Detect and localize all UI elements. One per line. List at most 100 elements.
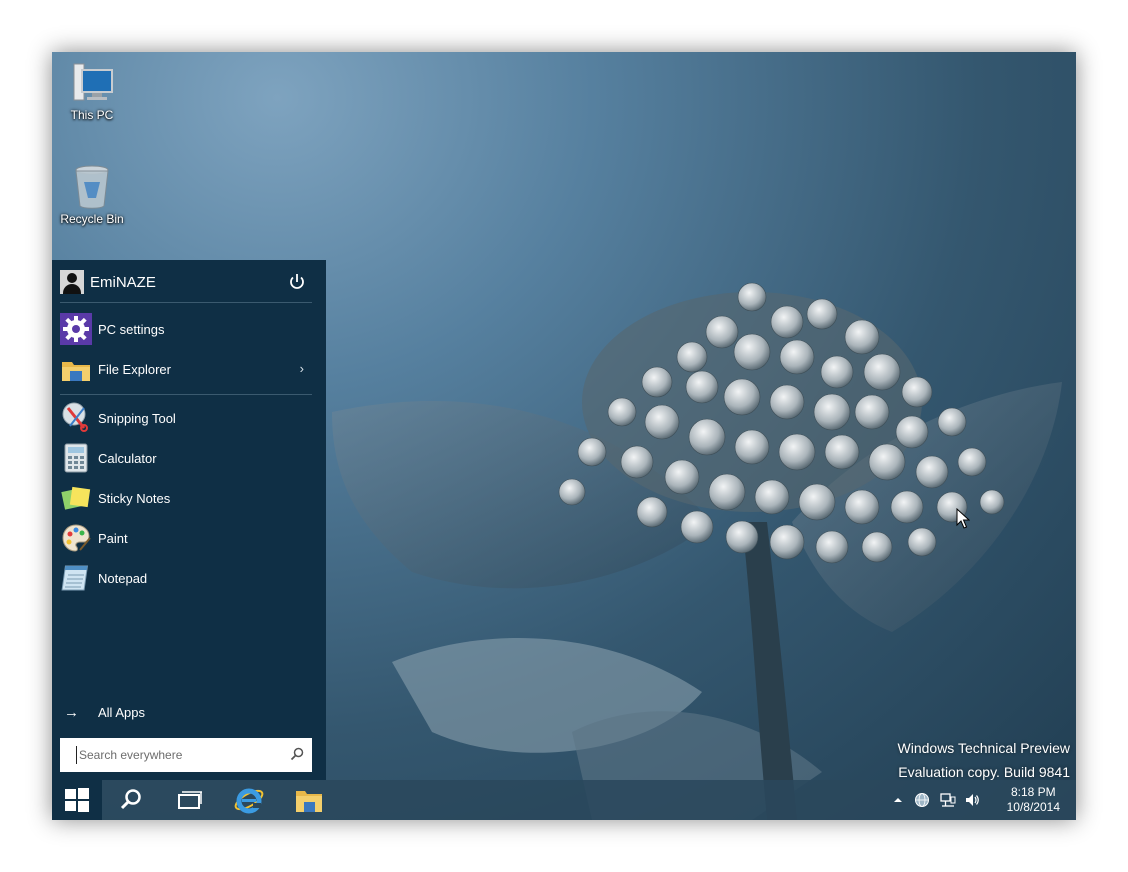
evaluation-watermark: Windows Technical Preview Evaluation cop… [898,736,1070,784]
clock[interactable]: 8:18 PM 10/8/2014 [1007,785,1060,815]
desktop: This PC Recycle Bin EmiNAZE PC settings … [52,52,1076,820]
flower-bud [770,305,804,339]
flower-bud [737,282,767,312]
start-item-paint[interactable]: Paint [60,521,312,555]
flower-bud [779,339,815,375]
internet-explorer-icon [234,788,264,814]
search-input[interactable] [76,746,281,764]
flower-bud [708,473,746,511]
flower-bud [798,483,836,521]
flower-bud [705,315,739,349]
file-explorer-button[interactable] [284,780,334,820]
start-button[interactable] [52,780,102,820]
flower-bud [734,429,770,465]
flower-bud [957,447,987,477]
flower-bud [688,418,726,456]
chevron-right-icon[interactable]: › [300,361,304,376]
power-icon[interactable] [286,271,308,293]
folder-icon [62,362,90,381]
start-item-sticky-notes[interactable]: Sticky Notes [60,481,312,515]
flower-bud [607,397,637,427]
taskbar-search-button[interactable] [106,780,156,820]
arrow-right-icon: → [64,704,79,721]
start-item-file-explorer[interactable]: File Explorer › [60,352,312,386]
user-name: EmiNAZE [90,273,156,291]
network-globe-icon[interactable] [914,792,930,808]
flower-bud [769,384,805,420]
flower-bud [806,298,838,330]
desktop-icon-label: Recycle Bin [60,212,124,226]
flower-bud [558,478,586,506]
flower-bud [676,341,708,373]
flower-bud [725,520,759,554]
flower-bud [733,333,771,371]
internet-explorer-button[interactable] [224,780,274,820]
start-item-calculator[interactable]: Calculator [60,441,312,475]
desktop-icon-this-pc[interactable]: This PC [52,62,132,122]
flower-bud [769,524,805,560]
flower-bud [937,407,967,437]
flower-bud [844,489,880,525]
recycle-bin-icon [75,165,109,209]
divider [60,394,312,395]
search-icon[interactable] [290,747,304,761]
start-item-label: File Explorer [98,361,171,377]
flower-bud [636,496,668,528]
flower-bud [820,355,854,389]
all-apps-label: All Apps [98,705,145,720]
search-box[interactable] [60,738,312,772]
flower-bud [844,319,880,355]
start-item-label: Snipping Tool [98,410,176,426]
flower-bud [863,353,901,391]
flower-bud [813,393,851,431]
flower-bud [901,376,933,408]
sticky-notes-icon [61,486,91,510]
clock-date: 10/8/2014 [1006,800,1060,814]
computer-icon [73,63,113,101]
flower-bud [778,433,816,471]
task-view-button[interactable] [164,780,214,820]
flower-bud [685,370,719,404]
volume-icon[interactable] [964,792,980,808]
flower-bud [868,443,906,481]
desktop-icon-label: This PC [70,108,114,122]
system-tray: 8:18 PM 10/8/2014 [886,780,1076,820]
gear-icon [60,313,92,345]
search-icon [120,789,141,810]
start-item-pc-settings[interactable]: PC settings [60,312,312,346]
chevron-up-icon[interactable] [890,792,906,808]
flower-bud [664,459,700,495]
flower-bud [854,394,890,430]
flower-bud [915,455,949,489]
flower-bud [641,366,673,398]
all-apps-button[interactable]: → All Apps [64,704,145,721]
flower-bud [815,530,849,564]
flower-bud [861,531,893,563]
clock-time: 8:18 PM [1010,785,1056,799]
start-item-notepad[interactable]: Notepad [60,561,312,595]
task-view-icon [178,791,202,809]
flower-bud [644,404,680,440]
taskbar: 8:18 PM 10/8/2014 [52,780,1076,820]
scissors-icon [62,402,88,432]
mouse-cursor-icon [956,508,970,529]
desktop-icon-recycle-bin[interactable]: Recycle Bin [52,164,132,226]
divider [60,302,312,303]
flower-bud [754,479,790,515]
file-explorer-icon [296,791,322,812]
watermark-line1: Windows Technical Preview [897,740,1070,756]
network-icon[interactable] [940,792,956,808]
windows-logo-icon [65,788,89,812]
start-menu: EmiNAZE PC settings File Explorer › Snip… [52,260,326,780]
flower-bud [907,527,937,557]
user-account[interactable]: EmiNAZE [60,270,312,294]
palette-icon [62,524,91,552]
start-item-label: Paint [98,530,128,546]
flower-bud [890,490,924,524]
flower-bud [895,415,929,449]
start-item-label: Sticky Notes [98,490,171,506]
calculator-icon [64,443,88,473]
flower-bud [824,434,860,470]
start-item-snipping-tool[interactable]: Snipping Tool [60,401,312,435]
start-item-label: PC settings [98,321,165,337]
